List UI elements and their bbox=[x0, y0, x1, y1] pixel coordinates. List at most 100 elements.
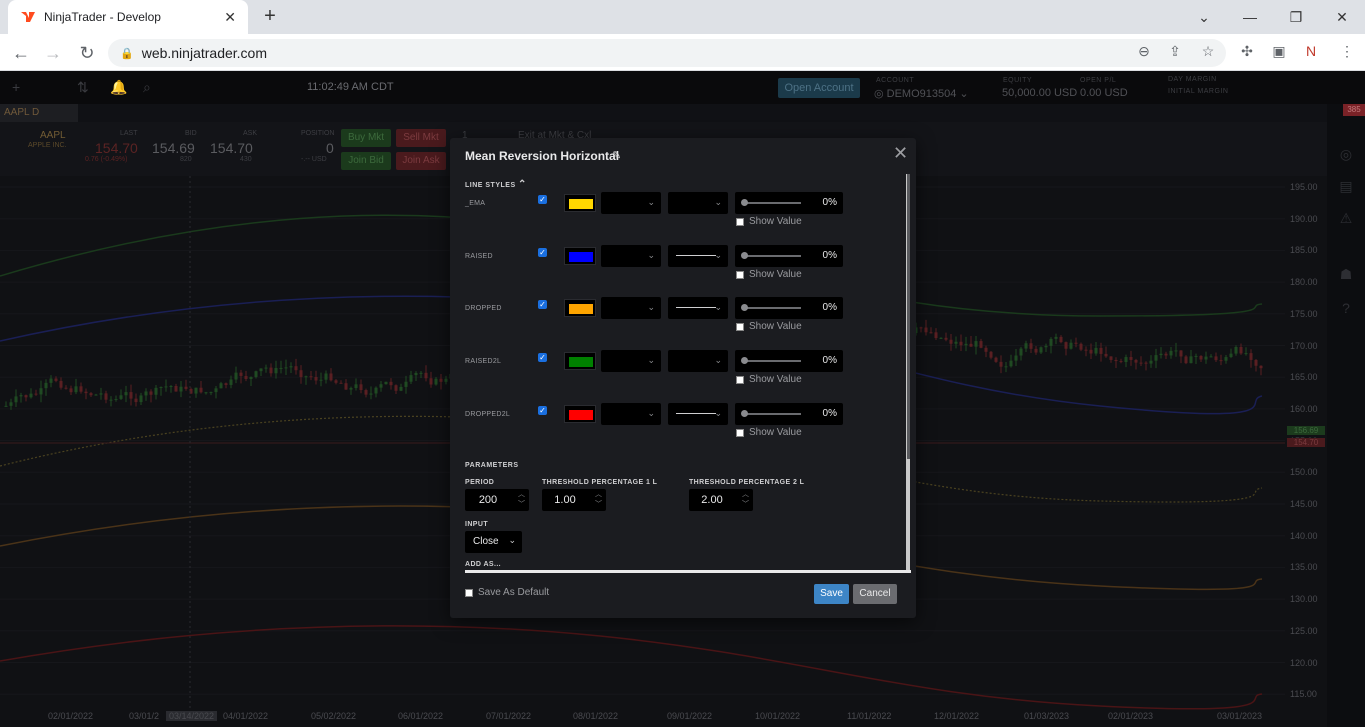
alert-icon[interactable]: ⚠ bbox=[1338, 210, 1354, 226]
line-visible-checkbox[interactable]: ✓ bbox=[538, 195, 547, 204]
candle-body bbox=[184, 386, 188, 389]
line-visible-checkbox[interactable]: ✓ bbox=[538, 300, 547, 309]
opacity-slider[interactable]: 0% bbox=[735, 403, 843, 425]
show-value-checkbox[interactable]: Show Value bbox=[736, 374, 802, 385]
line-visible-checkbox[interactable]: ✓ bbox=[538, 353, 547, 362]
collapse-icon[interactable]: ⌃ bbox=[518, 179, 527, 190]
candle-body bbox=[1254, 359, 1258, 366]
line-visible-checkbox[interactable]: ✓ bbox=[538, 248, 547, 257]
show-value-checkbox[interactable]: Show Value bbox=[736, 269, 802, 280]
slider-knob[interactable] bbox=[741, 252, 748, 259]
reload-icon[interactable]: ↻ bbox=[76, 42, 98, 64]
checkbox-box[interactable] bbox=[465, 588, 473, 597]
stepper-arrows-icon[interactable]: ︿ ﹀ bbox=[742, 490, 749, 510]
line-style-select[interactable]: ⌄ bbox=[668, 192, 728, 214]
threshold2-stepper[interactable]: 2.00 ︿ ﹀ bbox=[689, 489, 753, 511]
chat-icon[interactable]: ▤ bbox=[1338, 178, 1354, 194]
stepper-arrows-icon[interactable]: ︿ ﹀ bbox=[595, 490, 602, 510]
show-value-checkbox[interactable]: Show Value bbox=[736, 427, 802, 438]
period-value: 200 bbox=[478, 494, 498, 506]
minimize-icon[interactable]: — bbox=[1227, 0, 1273, 34]
forward-icon[interactable]: → bbox=[42, 42, 64, 64]
stepper-arrows-icon[interactable]: ︿ ﹀ bbox=[518, 490, 525, 510]
cancel-button[interactable]: Cancel bbox=[853, 584, 897, 604]
line-color-swatch[interactable] bbox=[564, 194, 596, 212]
tab-search-icon[interactable]: ⌄ bbox=[1181, 0, 1227, 34]
save-as-default-checkbox[interactable]: Save As Default bbox=[465, 587, 549, 598]
show-value-checkbox[interactable]: Show Value bbox=[736, 216, 802, 227]
slider-knob[interactable] bbox=[741, 199, 748, 206]
line-visible-checkbox[interactable]: ✓ bbox=[538, 406, 547, 415]
opacity-slider[interactable]: 0% bbox=[735, 245, 843, 267]
line-color-swatch[interactable] bbox=[564, 299, 596, 317]
color-fill bbox=[569, 304, 593, 314]
join-bid-button[interactable]: Join Bid bbox=[341, 152, 391, 170]
line-color-swatch[interactable] bbox=[564, 247, 596, 265]
period-stepper[interactable]: 200 ︿ ﹀ bbox=[465, 489, 529, 511]
checkbox-box[interactable] bbox=[736, 217, 744, 226]
threshold1-stepper[interactable]: 1.00 ︿ ﹀ bbox=[542, 489, 606, 511]
menu-kebab-icon[interactable]: ⋮ bbox=[1336, 40, 1358, 62]
help-icon[interactable]: ? bbox=[1338, 300, 1354, 316]
slider-knob[interactable] bbox=[741, 304, 748, 311]
buy-mkt-button[interactable]: Buy Mkt bbox=[341, 129, 391, 147]
line-color-swatch[interactable] bbox=[564, 352, 596, 370]
checkbox-box[interactable] bbox=[736, 322, 744, 331]
opacity-slider[interactable]: 0% bbox=[735, 350, 843, 372]
sell-mkt-button[interactable]: Sell Mkt bbox=[396, 129, 446, 147]
checkbox-box[interactable] bbox=[736, 375, 744, 384]
line-style-select[interactable]: ⌄ bbox=[668, 350, 728, 372]
extension-n-icon[interactable]: N bbox=[1300, 40, 1322, 62]
candle-body bbox=[84, 391, 88, 394]
bell-icon[interactable]: 🔔 bbox=[110, 79, 127, 96]
close-dialog-icon[interactable]: ✕ bbox=[893, 143, 908, 164]
show-value-checkbox[interactable]: Show Value bbox=[736, 321, 802, 332]
line-width-select[interactable]: ⌄ bbox=[601, 350, 661, 372]
restore-icon[interactable]: ❐ bbox=[1273, 0, 1319, 34]
scrollbar-thumb[interactable] bbox=[907, 174, 910, 459]
browser-tab[interactable]: NinjaTrader - Develop ✕ bbox=[8, 0, 248, 34]
swap-icon[interactable]: ⇅ bbox=[77, 79, 89, 96]
slider-knob[interactable] bbox=[741, 357, 748, 364]
line-width-select[interactable]: ⌄ bbox=[601, 297, 661, 319]
sidepanel-icon[interactable]: ▣ bbox=[1268, 40, 1290, 62]
line-width-select[interactable]: ⌄ bbox=[601, 403, 661, 425]
opacity-slider[interactable]: 0% bbox=[735, 297, 843, 319]
candle-body bbox=[14, 396, 18, 403]
candle-body bbox=[99, 393, 103, 395]
zoom-icon[interactable]: ⊖ bbox=[1133, 40, 1155, 62]
share-icon[interactable]: ⇪ bbox=[1164, 40, 1186, 62]
save-button[interactable]: Save bbox=[814, 584, 849, 604]
line-style-select[interactable]: ⌄ bbox=[668, 245, 728, 267]
line-style-select[interactable]: ⌄ bbox=[668, 297, 728, 319]
line-width-select[interactable]: ⌄ bbox=[601, 192, 661, 214]
checkbox-box[interactable] bbox=[736, 428, 744, 437]
line-style-select[interactable]: ⌄ bbox=[668, 403, 728, 425]
join-ask-button[interactable]: Join Ask bbox=[396, 152, 446, 170]
users-icon[interactable]: ☗ bbox=[1338, 266, 1354, 282]
input-select[interactable]: Close ⌄ bbox=[465, 531, 522, 553]
opacity-slider[interactable]: 0% bbox=[735, 192, 843, 214]
extensions-icon[interactable]: ✣ bbox=[1236, 40, 1258, 62]
line-width-select[interactable]: ⌄ bbox=[601, 245, 661, 267]
back-icon[interactable]: ← bbox=[10, 42, 32, 64]
open-account-button[interactable]: Open Account bbox=[778, 78, 860, 98]
current-price-tag: 156.69 bbox=[1287, 426, 1325, 435]
close-tab-icon[interactable]: ✕ bbox=[224, 9, 236, 26]
bookmark-star-icon[interactable]: ☆ bbox=[1197, 40, 1219, 62]
checkbox-box[interactable] bbox=[736, 270, 744, 279]
line-color-swatch[interactable] bbox=[564, 405, 596, 423]
new-tab-icon[interactable]: + bbox=[260, 6, 280, 26]
search-icon[interactable]: ⌕ bbox=[143, 79, 151, 96]
address-bar[interactable]: 🔒 web.ninjatrader.com bbox=[108, 39, 1226, 67]
compass-icon[interactable]: ◎ bbox=[1338, 146, 1354, 162]
candle-body bbox=[354, 384, 358, 389]
edit-title-icon[interactable]: ✎ bbox=[612, 149, 621, 162]
plus-icon[interactable]: + bbox=[12, 79, 20, 95]
account-selector[interactable]: ◎ DEMO913504 ⌄ bbox=[874, 87, 969, 100]
candle-body bbox=[384, 381, 388, 385]
slider-knob[interactable] bbox=[741, 410, 748, 417]
close-window-icon[interactable]: ✕ bbox=[1319, 0, 1365, 34]
price-tick-label: 170.00 bbox=[1290, 340, 1318, 351]
instrument-tab[interactable]: AAPL D bbox=[0, 104, 78, 122]
